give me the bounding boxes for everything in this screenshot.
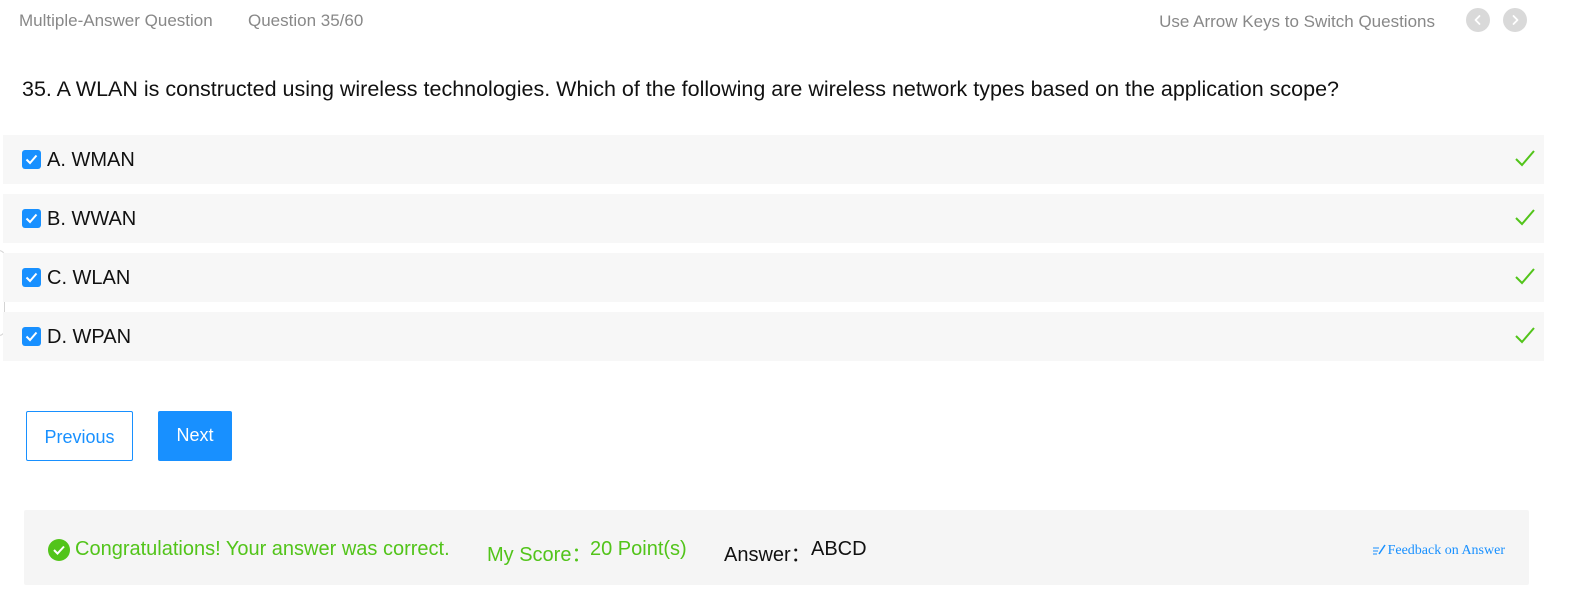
option-b[interactable]: B. WWAN — [3, 194, 1544, 243]
edit-icon — [1372, 544, 1386, 560]
result-message: Congratulations! Your answer was correct… — [75, 538, 450, 560]
quiz-page: Multiple-Answer Question Question 35/60 … — [0, 0, 1572, 591]
option-c[interactable]: C. WLAN — [3, 253, 1544, 302]
question-type: Multiple-Answer Question — [19, 11, 213, 30]
option-label: A. WMAN — [47, 149, 135, 171]
header-bar: Multiple-Answer Question Question 35/60 … — [0, 0, 1572, 44]
checkbox-checked-icon[interactable] — [22, 268, 41, 287]
score-value: 20 Point(s) — [590, 538, 687, 560]
answer-value: ABCD — [811, 538, 867, 560]
score-label: My Score： — [487, 544, 592, 566]
question-text: 35. A WLAN is constructed using wireless… — [22, 77, 1339, 101]
option-label: B. WWAN — [47, 208, 137, 230]
checkmark-icon — [1514, 324, 1536, 351]
previous-question-arrow[interactable] — [1466, 8, 1490, 32]
checkmark-icon — [1514, 265, 1536, 292]
checkbox-checked-icon[interactable] — [22, 209, 41, 228]
check-circle-icon — [48, 539, 70, 561]
next-button[interactable]: Next — [158, 411, 232, 461]
result-panel: Congratulations! Your answer was correct… — [24, 510, 1529, 585]
checkmark-icon — [1514, 206, 1536, 233]
checkmark-icon — [1514, 147, 1536, 174]
feedback-label: Feedback on Answer — [1387, 543, 1505, 558]
checkbox-checked-icon[interactable] — [22, 327, 41, 346]
option-d[interactable]: D. WPAN — [3, 312, 1544, 361]
checkbox-checked-icon[interactable] — [22, 150, 41, 169]
question-counter: Question 35/60 — [248, 11, 364, 30]
answer-label: Answer： — [724, 544, 811, 566]
chevron-left-icon — [1474, 15, 1481, 25]
next-question-arrow[interactable] — [1503, 8, 1527, 32]
option-a[interactable]: A. WMAN — [3, 135, 1544, 184]
answer-options: A. WMAN B. WWAN C. WLAN D. WPAN — [3, 135, 1544, 371]
feedback-link[interactable]: Feedback on Answer — [1372, 543, 1505, 560]
option-label: C. WLAN — [47, 267, 131, 289]
previous-button[interactable]: Previous — [26, 411, 133, 461]
keyboard-hint: Use Arrow Keys to Switch Questions — [1159, 12, 1435, 31]
chevron-right-icon — [1512, 15, 1519, 25]
option-label: D. WPAN — [47, 326, 132, 348]
